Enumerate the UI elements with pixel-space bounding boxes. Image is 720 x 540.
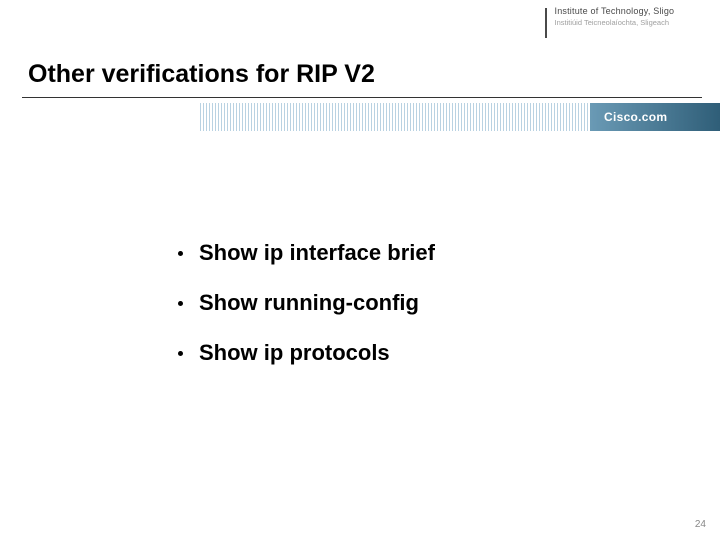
logo-divider bbox=[545, 8, 547, 38]
list-item: Show ip interface brief bbox=[178, 240, 658, 266]
bullet-icon bbox=[178, 351, 183, 356]
slide-title: Other verifications for RIP V2 bbox=[28, 60, 375, 89]
brand-bar-hatch bbox=[200, 103, 590, 131]
bullet-icon bbox=[178, 251, 183, 256]
bullet-icon bbox=[178, 301, 183, 306]
cisco-logo-text: Cisco.com bbox=[604, 110, 667, 124]
brand-bar-spacer bbox=[0, 103, 200, 131]
institute-logo: Institute of Technology, Sligo Institiúi… bbox=[545, 0, 720, 50]
bullet-text: Show ip protocols bbox=[199, 340, 390, 366]
institute-text: Institute of Technology, Sligo Institiúi… bbox=[555, 6, 675, 27]
bullet-list: Show ip interface brief Show running-con… bbox=[178, 240, 658, 390]
institute-line2: Institiúid Teicneolaíochta, Sligeach bbox=[555, 18, 675, 27]
brand-bar: Cisco.com bbox=[0, 103, 720, 131]
bullet-text: Show running-config bbox=[199, 290, 419, 316]
bullet-text: Show ip interface brief bbox=[199, 240, 435, 266]
title-underline bbox=[22, 97, 702, 98]
list-item: Show ip protocols bbox=[178, 340, 658, 366]
list-item: Show running-config bbox=[178, 290, 658, 316]
page-number: 24 bbox=[695, 519, 706, 530]
brand-bar-solid: Cisco.com bbox=[590, 103, 720, 131]
institute-line1: Institute of Technology, Sligo bbox=[555, 6, 675, 16]
